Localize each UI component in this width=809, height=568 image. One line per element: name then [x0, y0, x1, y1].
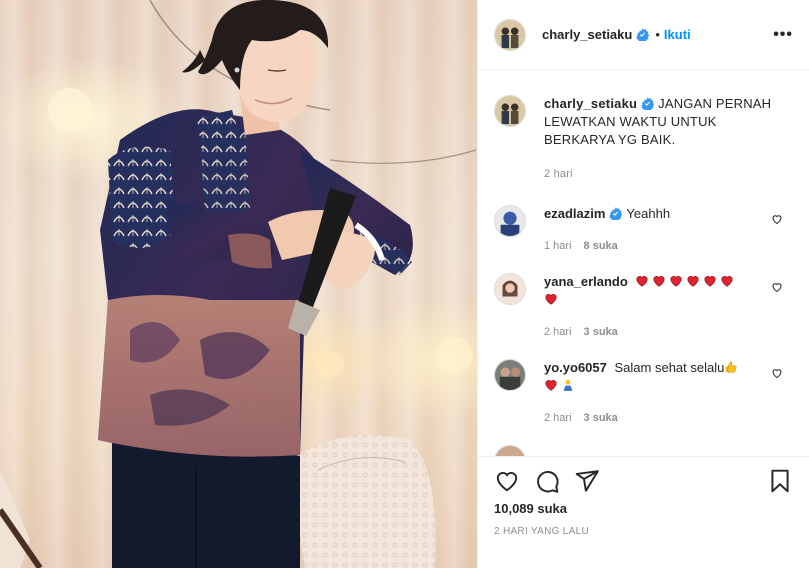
post-timestamp: 2 HARI YANG LALU: [494, 526, 590, 537]
comment-username[interactable]: ezadlazim: [544, 206, 605, 221]
caption-time[interactable]: 2 hari: [544, 165, 573, 183]
red-heart-emoji-icon: [545, 380, 557, 391]
red-heart-emoji-icon: [545, 294, 557, 305]
comment-like-icon[interactable]: [771, 213, 783, 225]
author-avatar[interactable]: [494, 18, 526, 51]
post-sidebar: charly_setiaku • Ikuti ••• charly_setiak…: [477, 0, 809, 568]
comment-like-icon[interactable]: [771, 367, 783, 379]
comment-username[interactable]: yo.yo6057: [544, 360, 607, 375]
thumbs-up-emoji-icon: [726, 361, 737, 373]
post-photo[interactable]: [0, 0, 477, 568]
post-header: charly_setiaku • Ikuti •••: [478, 0, 809, 70]
praying-person-emoji-icon: [563, 379, 573, 391]
caption-body: charly_setiaku JANGAN PERNAH LEWATKAN WAK…: [544, 95, 784, 183]
red-heart-emoji-icon: [721, 276, 733, 287]
comment-time[interactable]: 1 hari: [544, 237, 572, 255]
red-heart-emoji-icon: [687, 276, 699, 287]
verified-badge-icon: [609, 207, 623, 220]
comment-row: ezadlazim Yeahhh 1 hari 8 suka: [494, 205, 793, 255]
caption-username[interactable]: charly_setiaku: [544, 96, 637, 111]
author-avatar[interactable]: [494, 95, 526, 127]
comment-username[interactable]: yana_erlando: [544, 274, 628, 289]
post-like-count[interactable]: 10,089 suka: [494, 501, 793, 516]
paper-plane-icon[interactable]: [574, 468, 600, 494]
heart-outline-icon[interactable]: [494, 468, 520, 494]
follow-separator: •: [655, 27, 660, 42]
bookmark-icon[interactable]: [767, 468, 793, 494]
comment-likes[interactable]: 3 suka: [584, 323, 618, 341]
verified-badge-icon: [636, 28, 650, 41]
comment-text: Yeahhh: [626, 206, 671, 221]
comment-row: yo.yo6057 Salam sehat selalu 2 hari 3 su…: [494, 359, 793, 427]
comment-time[interactable]: 2 hari: [544, 409, 572, 427]
commenter-avatar[interactable]: [494, 445, 526, 456]
red-heart-emoji-icon: [636, 276, 648, 287]
comment-time[interactable]: 2 hari: [544, 323, 572, 341]
comment-row-partial: [494, 445, 793, 456]
post-modal: charly_setiaku • Ikuti ••• charly_setiak…: [0, 0, 809, 568]
red-heart-emoji-icon: [704, 276, 716, 287]
author-username[interactable]: charly_setiaku: [542, 27, 632, 42]
comment-body: yo.yo6057 Salam sehat selalu 2 hari 3 su…: [544, 359, 770, 427]
speech-bubble-icon[interactable]: [534, 468, 560, 494]
comment-text: Salam sehat selalu: [614, 360, 725, 375]
red-heart-emoji-icon: [653, 276, 665, 287]
more-options-button[interactable]: •••: [773, 26, 793, 42]
post-actions: 10,089 suka 2 HARI YANG LALU: [478, 456, 809, 537]
action-bar: [494, 467, 793, 495]
comment-body: yana_erlando 2 hari 3 suka: [544, 273, 770, 341]
verified-badge-icon: [641, 97, 655, 110]
follow-button[interactable]: Ikuti: [664, 27, 691, 42]
commenter-avatar[interactable]: [494, 205, 526, 237]
red-heart-emoji-icon: [670, 276, 682, 287]
comments-list[interactable]: charly_setiaku JANGAN PERNAH LEWATKAN WAK…: [478, 71, 809, 456]
comment-likes[interactable]: 3 suka: [584, 409, 618, 427]
comment-like-icon[interactable]: [771, 281, 783, 293]
post-image: [0, 0, 477, 568]
comment-body: ezadlazim Yeahhh 1 hari 8 suka: [544, 205, 770, 255]
commenter-avatar[interactable]: [494, 359, 526, 391]
commenter-avatar[interactable]: [494, 273, 526, 305]
comment-likes[interactable]: 8 suka: [584, 237, 618, 255]
caption-row: charly_setiaku JANGAN PERNAH LEWATKAN WAK…: [494, 95, 793, 183]
comment-row: yana_erlando 2 hari 3 suka: [494, 273, 793, 341]
